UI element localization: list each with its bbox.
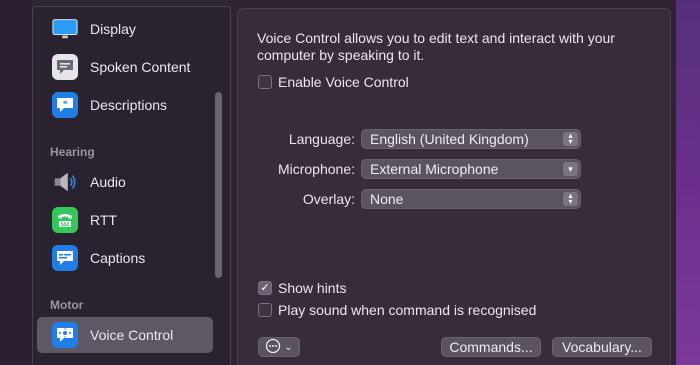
enable-voice-control-checkbox[interactable]	[258, 75, 272, 89]
more-options-button[interactable]: ⌄	[258, 337, 300, 357]
overlay-select[interactable]: None ▴ ▾	[361, 189, 581, 209]
sidebar-item-label: Descriptions	[90, 97, 168, 113]
system-preferences-window: Display Spoken Content ❝ Descriptions He…	[0, 0, 700, 365]
captions-icon	[52, 245, 78, 271]
sidebar-item-label: Captions	[90, 250, 146, 266]
quote-bubble-icon: ❝	[52, 92, 78, 118]
language-label: Language:	[288, 131, 355, 147]
chevron-down-icon: ⌄	[284, 341, 293, 353]
sidebar-item-label: Spoken Content	[90, 59, 191, 75]
svg-text:❝: ❝	[63, 100, 68, 110]
voice-control-description: Voice Control allows you to edit text an…	[257, 30, 615, 63]
sidebar-scrollbar[interactable]	[215, 92, 222, 278]
language-value: English (United Kingdom)	[370, 131, 529, 147]
desktop-wallpaper	[676, 0, 700, 365]
chevron-down-icon: ▾	[563, 162, 578, 176]
sidebar-item-descriptions[interactable]: ❝ Descriptions	[37, 87, 213, 123]
up-down-chevron-icon: ▴ ▾	[563, 132, 578, 146]
window-left-edge	[0, 0, 32, 365]
show-hints-checkbox[interactable]: ✓	[258, 281, 272, 295]
overlay-label: Overlay:	[302, 191, 355, 207]
section-header-hearing: Hearing	[50, 145, 95, 159]
accessibility-sidebar: Display Spoken Content ❝ Descriptions He…	[32, 6, 231, 365]
voice-control-pane: Voice Control allows you to edit text an…	[237, 8, 671, 365]
sidebar-item-voice-control[interactable]: Voice Control	[37, 317, 213, 353]
speech-bubble-icon	[52, 54, 78, 80]
microphone-select[interactable]: External Microphone ▾	[361, 159, 581, 179]
sidebar-item-label: RTT	[90, 212, 117, 228]
section-header-motor: Motor	[50, 298, 84, 312]
up-down-chevron-icon: ▴ ▾	[563, 192, 578, 206]
enable-voice-control-row[interactable]: Enable Voice Control	[258, 74, 409, 90]
vocabulary-button[interactable]: Vocabulary...	[552, 337, 652, 357]
commands-button[interactable]: Commands...	[441, 337, 541, 357]
tty-icon	[52, 207, 78, 233]
sidebar-item-captions[interactable]: Captions	[37, 240, 213, 276]
sidebar-item-label: Voice Control	[90, 327, 174, 343]
sidebar-item-label: Display	[90, 21, 136, 37]
sidebar-item-audio[interactable]: Audio	[37, 164, 213, 200]
microphone-value: External Microphone	[370, 161, 499, 177]
sidebar-item-spoken-content[interactable]: Spoken Content	[37, 49, 213, 85]
language-select[interactable]: English (United Kingdom) ▴ ▾	[361, 129, 581, 149]
play-sound-row[interactable]: Play sound when command is recognised	[258, 302, 536, 318]
sidebar-item-label: Audio	[90, 174, 126, 190]
overlay-value: None	[370, 191, 404, 207]
ellipsis-circle-icon	[265, 338, 281, 357]
show-hints-label: Show hints	[278, 280, 347, 296]
voice-control-icon	[52, 322, 78, 348]
microphone-label: Microphone:	[277, 161, 355, 177]
display-icon	[52, 16, 78, 42]
sidebar-item-display[interactable]: Display	[37, 11, 213, 47]
play-sound-label: Play sound when command is recognised	[278, 302, 537, 318]
play-sound-checkbox[interactable]	[258, 303, 272, 317]
enable-voice-control-label: Enable Voice Control	[278, 74, 409, 90]
show-hints-row[interactable]: ✓ Show hints	[258, 280, 346, 296]
speaker-icon	[52, 169, 78, 195]
sidebar-item-rtt[interactable]: RTT	[37, 202, 213, 238]
